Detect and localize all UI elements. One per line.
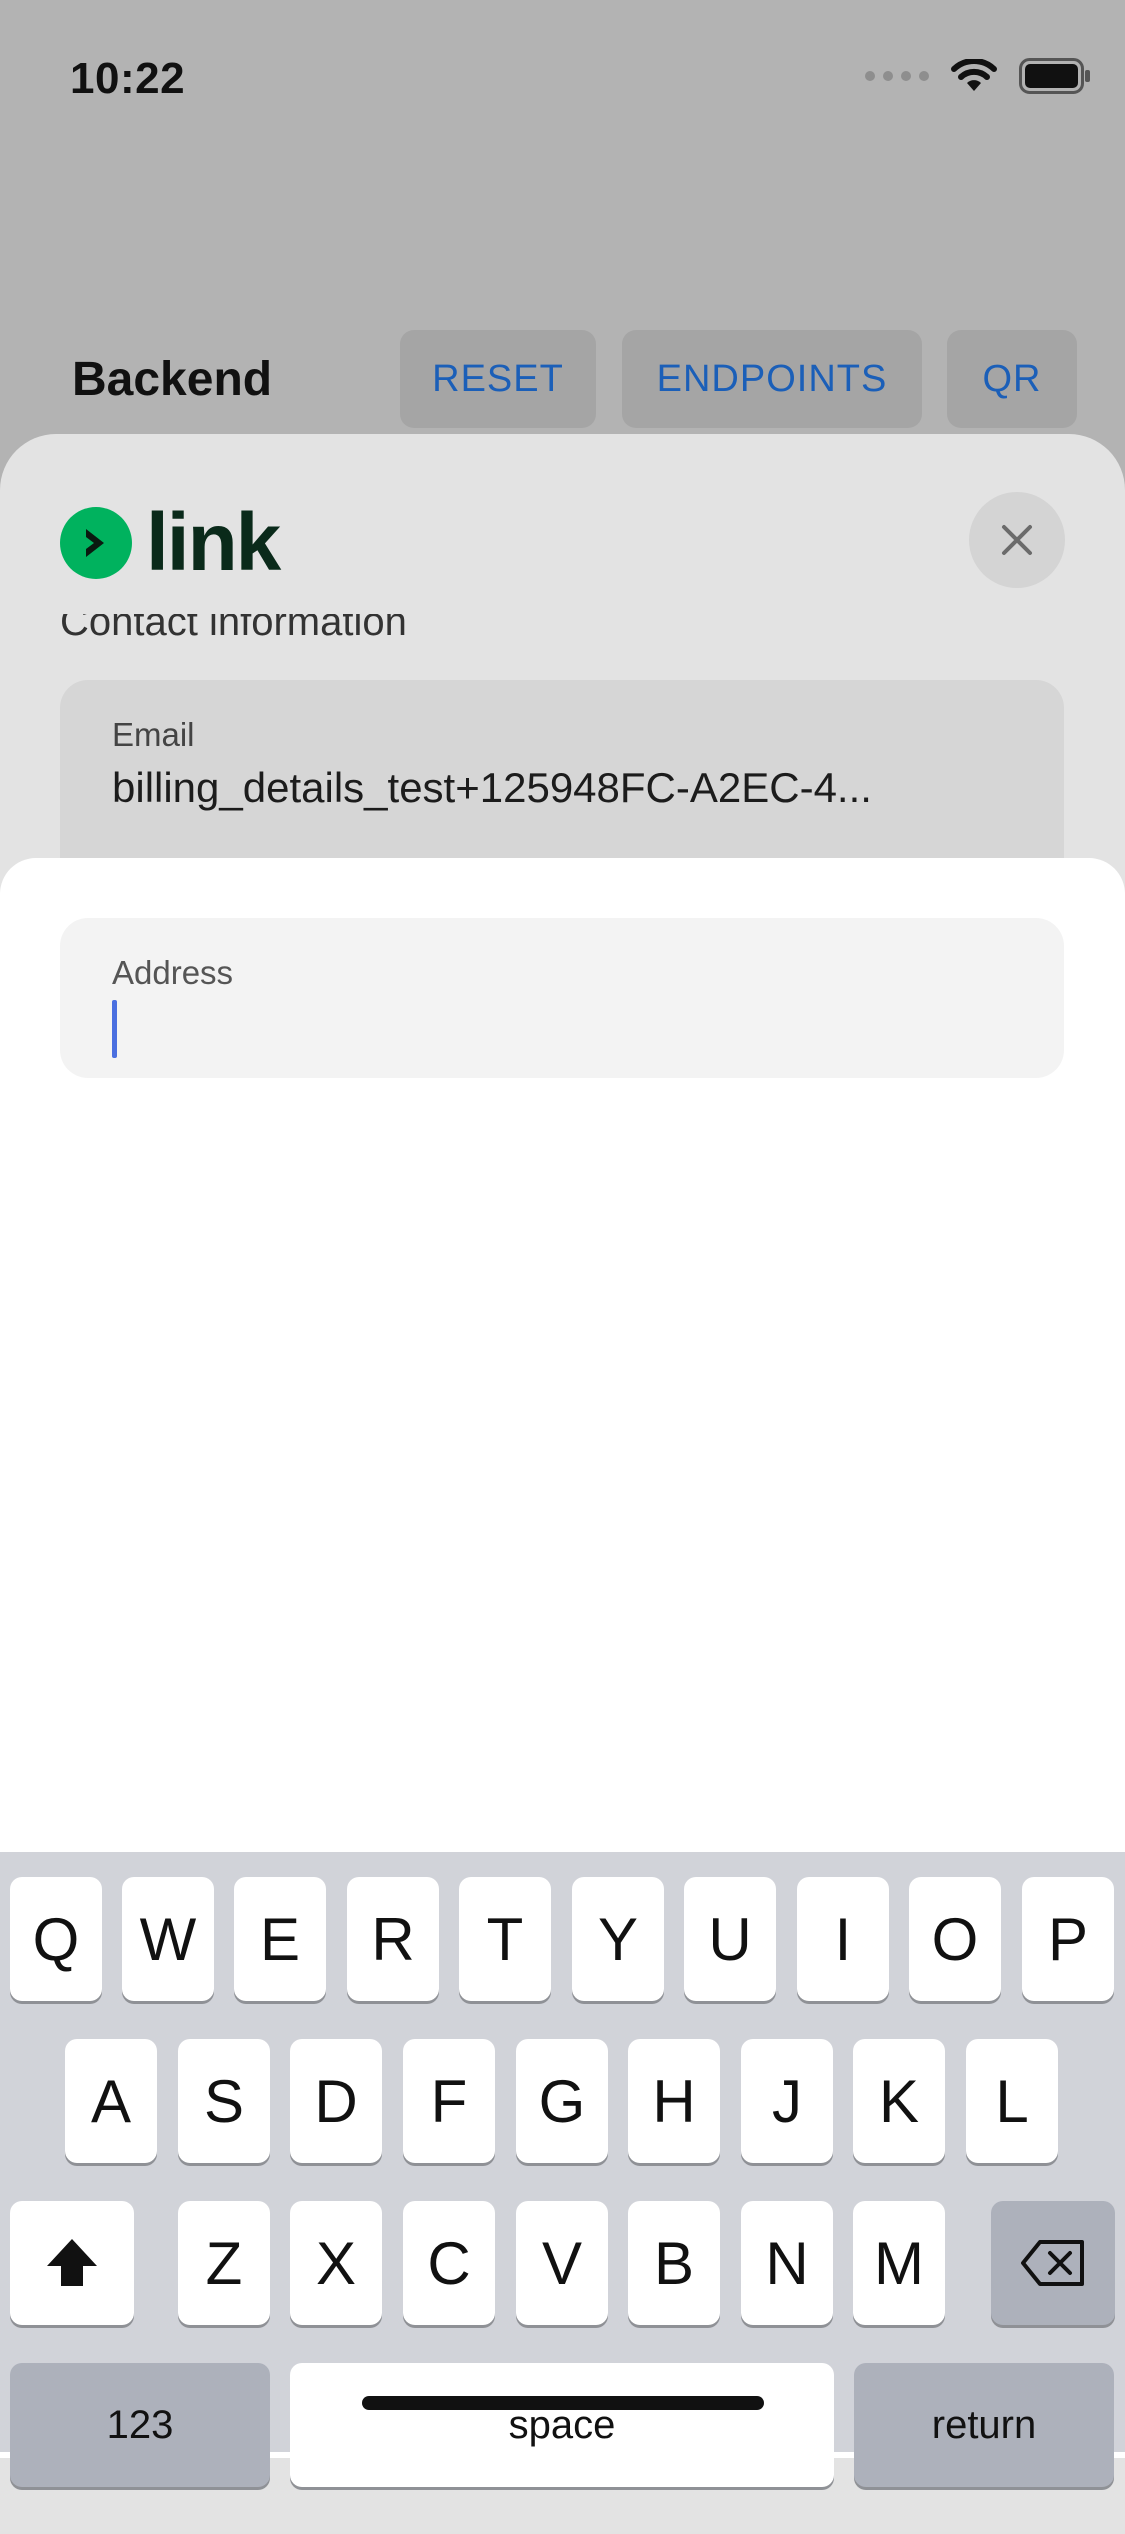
key-i[interactable]: I [797,1877,889,2001]
keyboard: Q W E R T Y U I O P A S D F G H J K L Z … [0,1852,1125,2487]
key-v[interactable]: V [516,2201,608,2325]
numbers-key[interactable]: 123 [10,2363,270,2487]
key-g[interactable]: G [516,2039,608,2163]
space-key[interactable]: space [290,2363,834,2487]
key-u[interactable]: U [684,1877,776,2001]
close-icon [1002,525,1032,555]
text-cursor [112,1000,117,1058]
backspace-key[interactable] [991,2201,1115,2325]
key-n[interactable]: N [741,2201,833,2325]
backend-title: Backend [72,353,273,406]
key-r[interactable]: R [347,1877,439,2001]
link-arrow-icon [60,507,132,579]
address-field[interactable]: Address [60,918,1064,1078]
key-j[interactable]: J [741,2039,833,2163]
key-a[interactable]: A [65,2039,157,2163]
key-p[interactable]: P [1022,1877,1114,2001]
cellular-signal-icon [865,71,929,81]
endpoints-button[interactable]: ENDPOINTS [622,330,922,428]
key-t[interactable]: T [459,1877,551,2001]
link-logo: link [60,497,281,588]
qr-button[interactable]: QR [947,330,1077,428]
email-field[interactable]: Email billing_details_test+125948FC-A2EC… [60,680,1064,863]
key-c[interactable]: C [403,2201,495,2325]
key-o[interactable]: O [909,1877,1001,2001]
key-d[interactable]: D [290,2039,382,2163]
key-s[interactable]: S [178,2039,270,2163]
key-k[interactable]: K [853,2039,945,2163]
shift-key[interactable] [10,2201,134,2325]
key-b[interactable]: B [628,2201,720,2325]
backspace-icon [1021,2240,1084,2286]
key-l[interactable]: L [966,2039,1058,2163]
key-w[interactable]: W [122,1877,214,2001]
key-x[interactable]: X [290,2201,382,2325]
key-q[interactable]: Q [10,1877,102,2001]
key-h[interactable]: H [628,2039,720,2163]
contact-info-heading: Contact information [60,614,407,644]
email-value: billing_details_test+125948FC-A2EC-4... [112,764,872,811]
key-y[interactable]: Y [572,1877,664,2001]
key-z[interactable]: Z [178,2201,270,2325]
key-e[interactable]: E [234,1877,326,2001]
return-key[interactable]: return [854,2363,1114,2487]
status-icons [865,58,1091,94]
link-logo-text: link [146,497,281,588]
status-time: 10:22 [70,54,186,103]
battery-icon [1019,58,1090,94]
email-label: Email [112,716,195,753]
key-m[interactable]: M [853,2201,945,2325]
close-button[interactable] [969,492,1065,588]
key-f[interactable]: F [403,2039,495,2163]
shift-icon [47,2239,97,2286]
home-indicator [362,2396,764,2410]
wifi-icon [951,59,997,91]
address-label: Address [112,954,234,991]
reset-button[interactable]: RESET [400,330,596,428]
